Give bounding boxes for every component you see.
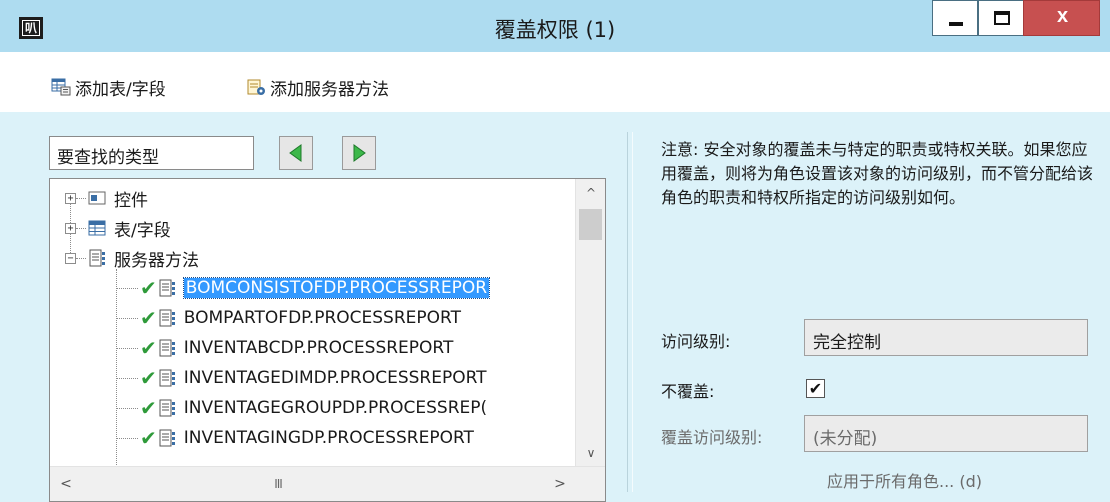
title-bar: 叭 覆盖权限 (1) x	[0, 0, 1110, 52]
override-note: 注意: 安全对象的覆盖未与特定的职责或特权关联。如果您应用覆盖，则将为角色设置该…	[661, 140, 1094, 207]
add-server-method-button[interactable]: 添加服务器方法	[246, 74, 389, 100]
tree-group-controls[interactable]: + 控件	[65, 183, 148, 213]
minimize-button[interactable]	[932, 0, 978, 36]
tree-connector	[116, 377, 138, 379]
search-input[interactable]: 要查找的类型	[49, 136, 254, 170]
tree-item[interactable]: ✔ BOMCONSISTOFDP.PROCESSREPOR	[116, 273, 491, 303]
server-method-icon	[158, 369, 176, 387]
control-icon	[88, 189, 106, 207]
tree-item-label: INVENTAGINGDP.PROCESSREPORT	[183, 428, 474, 448]
arrow-left-icon	[289, 144, 302, 162]
expand-icon[interactable]: +	[65, 222, 76, 234]
add-table-field-button[interactable]: 添加表/字段	[51, 74, 166, 100]
tree-connector	[116, 317, 138, 319]
override-level-field[interactable]: (未分配)	[804, 415, 1088, 452]
tree-group-label: 表/字段	[114, 220, 171, 241]
tree-connector	[116, 287, 138, 289]
close-icon: x	[1056, 5, 1069, 27]
override-level-label: 覆盖访问级别:	[661, 428, 763, 447]
tree-connector	[76, 197, 86, 199]
horizontal-scrollbar[interactable]: < III >	[50, 466, 605, 501]
server-method-icon	[158, 429, 176, 447]
tree-connector	[116, 437, 138, 439]
maximize-icon	[994, 11, 1010, 25]
minimize-icon	[949, 22, 963, 26]
expand-icon[interactable]: +	[65, 192, 76, 204]
server-method-icon	[158, 309, 176, 327]
tree-group-server-methods[interactable]: − 服务器方法	[65, 243, 199, 273]
scroll-up-icon[interactable]: ^	[576, 181, 605, 205]
check-icon: ✔	[140, 396, 157, 420]
tree-item[interactable]: ✔ INVENTAGEDIMDP.PROCESSREPORT	[116, 363, 487, 393]
content-area: 要查找的类型 + 控件 + 表/字段 − 服务器方法 ✔ BOMCONSISTO…	[0, 112, 1110, 502]
previous-button[interactable]	[279, 136, 313, 170]
tree-item-label: INVENTAGEDIMDP.PROCESSREPORT	[183, 368, 487, 388]
arrow-right-icon	[353, 144, 366, 162]
apply-all-roles-button[interactable]: 应用于所有角色... (d)	[827, 468, 982, 492]
close-button[interactable]: x	[1023, 0, 1100, 36]
server-method-icon	[158, 279, 176, 297]
tree-item[interactable]: ✔ INVENTAGEGROUPDP.PROCESSREP(	[116, 393, 487, 423]
add-server-method-label: 添加服务器方法	[270, 79, 389, 100]
toolbar: 添加表/字段 添加服务器方法	[0, 52, 1110, 112]
no-override-checkbox[interactable]: ✔	[806, 379, 825, 398]
no-override-label: 不覆盖:	[661, 382, 715, 401]
check-icon: ✔	[140, 366, 157, 390]
panel-splitter[interactable]	[627, 132, 633, 492]
tree-item[interactable]: ✔ INVENTABCDP.PROCESSREPORT	[116, 333, 453, 363]
tree-item[interactable]: ✔ INVENTAGINGDP.PROCESSREPORT	[116, 423, 474, 453]
tree-item-label: BOMPARTOFDP.PROCESSREPORT	[183, 308, 461, 328]
access-level-field: 完全控制	[804, 319, 1088, 356]
collapse-icon[interactable]: −	[65, 252, 76, 264]
server-method-icon	[88, 249, 106, 267]
next-button[interactable]	[342, 136, 376, 170]
tree-connector	[116, 347, 138, 349]
check-icon: ✔	[140, 336, 157, 360]
check-icon: ✔	[140, 426, 157, 450]
tree-item[interactable]: ✔ BOMPARTOFDP.PROCESSREPORT	[116, 303, 461, 333]
server-method-icon	[158, 399, 176, 417]
add-table-icon	[51, 78, 71, 96]
scroll-thumb[interactable]	[579, 209, 602, 240]
tree-group-tables[interactable]: + 表/字段	[65, 213, 171, 243]
tree-item-label: BOMCONSISTOFDP.PROCESSREPOR	[182, 277, 491, 299]
tree-connector	[76, 257, 86, 259]
maximize-button[interactable]	[978, 0, 1024, 36]
check-icon: ✔	[140, 306, 157, 330]
vertical-scrollbar[interactable]: ^ ∨	[575, 179, 605, 466]
scroll-left-icon[interactable]: <	[52, 467, 80, 501]
security-object-tree[interactable]: + 控件 + 表/字段 − 服务器方法 ✔ BOMCONSISTOFDP.PRO…	[49, 178, 606, 502]
tree-item-label: INVENTABCDP.PROCESSREPORT	[183, 338, 454, 358]
add-method-icon	[246, 78, 266, 96]
scroll-right-icon[interactable]: >	[546, 467, 574, 501]
tree-item-label: INVENTAGEGROUPDP.PROCESSREP(	[183, 398, 488, 418]
tree-connector	[116, 407, 138, 409]
tree-group-label: 服务器方法	[114, 250, 199, 271]
scroll-down-icon[interactable]: ∨	[576, 441, 605, 465]
add-table-field-label: 添加表/字段	[75, 79, 166, 100]
tree-group-label: 控件	[114, 190, 148, 211]
access-level-label: 访问级别:	[661, 332, 731, 351]
scroll-grip-icon[interactable]: III	[258, 471, 298, 497]
tree-connector	[76, 227, 86, 229]
check-icon: ✔	[140, 276, 157, 300]
table-icon	[88, 219, 106, 237]
server-method-icon	[158, 339, 176, 357]
